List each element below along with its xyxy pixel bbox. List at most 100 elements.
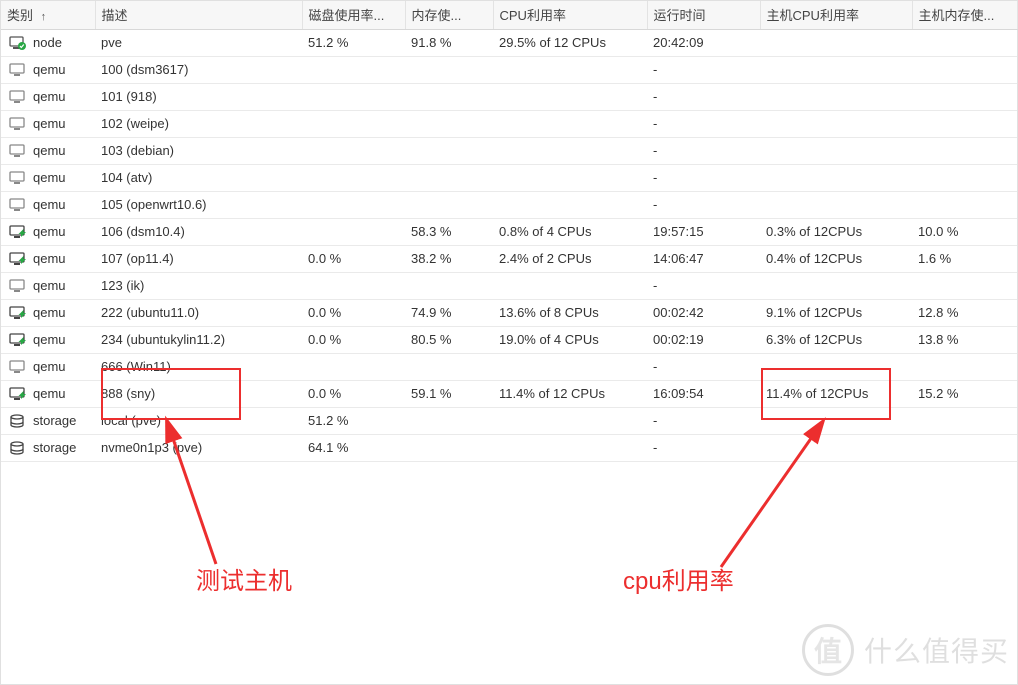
cell-mem xyxy=(405,407,493,434)
col-header-disk[interactable]: 磁盘使用率... xyxy=(302,1,405,29)
table-row[interactable]: storagenvme0n1p3 (pve)64.1 %- xyxy=(1,434,1017,461)
cell-desc: 103 (debian) xyxy=(95,137,302,164)
cell-cpu: 19.0% of 4 CPUs xyxy=(493,326,647,353)
cell-hostmem xyxy=(912,110,1017,137)
cell-mem xyxy=(405,272,493,299)
cell-type: qemu xyxy=(1,245,95,272)
col-header-mem[interactable]: 内存使... xyxy=(405,1,493,29)
col-header-type[interactable]: 类别 ↑ xyxy=(1,1,95,29)
col-header-hostmem[interactable]: 主机内存使... xyxy=(912,1,1017,29)
cell-uptime: - xyxy=(647,164,760,191)
storage-icon xyxy=(9,441,27,455)
type-label: qemu xyxy=(33,144,66,159)
col-header-desc[interactable]: 描述 xyxy=(95,1,302,29)
cell-hostcpu xyxy=(760,110,912,137)
table-row[interactable]: qemu106 (dsm10.4)58.3 %0.8% of 4 CPUs19:… xyxy=(1,218,1017,245)
type-label: qemu xyxy=(33,198,66,213)
cell-disk: 0.0 % xyxy=(302,245,405,272)
cell-cpu xyxy=(493,353,647,380)
cell-hostcpu xyxy=(760,56,912,83)
cell-disk: 0.0 % xyxy=(302,299,405,326)
cell-type: qemu xyxy=(1,272,95,299)
cell-cpu xyxy=(493,56,647,83)
cell-disk: 51.2 % xyxy=(302,407,405,434)
table-row[interactable]: qemu123 (ik)- xyxy=(1,272,1017,299)
cell-desc: 234 (ubuntukylin11.2) xyxy=(95,326,302,353)
cell-type: node xyxy=(1,29,95,56)
type-label: qemu xyxy=(33,252,66,267)
cell-type: qemu xyxy=(1,191,95,218)
cell-hostcpu xyxy=(760,83,912,110)
type-label: qemu xyxy=(33,279,66,294)
table-row[interactable]: qemu101 (918)- xyxy=(1,83,1017,110)
table-row[interactable]: nodepve51.2 %91.8 %29.5% of 12 CPUs20:42… xyxy=(1,29,1017,56)
vm-stopped-icon xyxy=(9,90,27,104)
cell-mem xyxy=(405,434,493,461)
cell-mem xyxy=(405,137,493,164)
cell-hostmem xyxy=(912,191,1017,218)
type-label: qemu xyxy=(33,225,66,240)
cell-hostmem xyxy=(912,29,1017,56)
table-row[interactable]: qemu103 (debian)- xyxy=(1,137,1017,164)
cell-hostcpu: 0.3% of 12CPUs xyxy=(760,218,912,245)
annotation-box-cpuutil xyxy=(761,368,891,420)
annotation-label-cpuutil: cpu利用率 xyxy=(623,561,734,596)
cell-uptime: - xyxy=(647,56,760,83)
cell-mem xyxy=(405,83,493,110)
col-header-uptime[interactable]: 运行时间 xyxy=(647,1,760,29)
cell-cpu: 13.6% of 8 CPUs xyxy=(493,299,647,326)
cell-hostcpu xyxy=(760,191,912,218)
cell-mem xyxy=(405,56,493,83)
cell-cpu xyxy=(493,191,647,218)
cell-desc: 102 (weipe) xyxy=(95,110,302,137)
table-row[interactable]: qemu100 (dsm3617)- xyxy=(1,56,1017,83)
cell-uptime: 00:02:19 xyxy=(647,326,760,353)
cell-mem xyxy=(405,164,493,191)
sort-asc-icon: ↑ xyxy=(41,11,47,23)
type-label: qemu xyxy=(33,333,66,348)
storage-icon xyxy=(9,414,27,428)
cell-hostmem xyxy=(912,407,1017,434)
cell-mem: 91.8 % xyxy=(405,29,493,56)
cell-type: qemu xyxy=(1,110,95,137)
col-header-hostcpu[interactable]: 主机CPU利用率 xyxy=(760,1,912,29)
type-label: qemu xyxy=(33,360,66,375)
vm-stopped-icon xyxy=(9,144,27,158)
watermark: 值 什么值得买 xyxy=(802,624,1009,676)
cell-disk xyxy=(302,218,405,245)
cell-hostmem: 1.6 % xyxy=(912,245,1017,272)
type-label: storage xyxy=(33,441,76,456)
type-label: node xyxy=(33,36,62,51)
cell-hostmem xyxy=(912,83,1017,110)
cell-desc: 101 (918) xyxy=(95,83,302,110)
table-row[interactable]: qemu234 (ubuntukylin11.2)0.0 %80.5 %19.0… xyxy=(1,326,1017,353)
cell-mem xyxy=(405,353,493,380)
table-row[interactable]: qemu222 (ubuntu11.0)0.0 %74.9 %13.6% of … xyxy=(1,299,1017,326)
cell-mem: 58.3 % xyxy=(405,218,493,245)
cell-hostcpu: 9.1% of 12CPUs xyxy=(760,299,912,326)
vm-stopped-icon xyxy=(9,117,27,131)
table-row[interactable]: qemu107 (op11.4)0.0 %38.2 %2.4% of 2 CPU… xyxy=(1,245,1017,272)
cell-disk xyxy=(302,110,405,137)
cell-hostcpu xyxy=(760,272,912,299)
cell-hostcpu: 6.3% of 12CPUs xyxy=(760,326,912,353)
cell-cpu: 11.4% of 12 CPUs xyxy=(493,380,647,407)
table-row[interactable]: qemu102 (weipe)- xyxy=(1,110,1017,137)
vm-stopped-icon xyxy=(9,279,27,293)
cell-type: qemu xyxy=(1,353,95,380)
table-row[interactable]: qemu105 (openwrt10.6)- xyxy=(1,191,1017,218)
col-header-cpu[interactable]: CPU利用率 xyxy=(493,1,647,29)
vm-stopped-icon xyxy=(9,63,27,77)
cell-disk: 0.0 % xyxy=(302,380,405,407)
vm-running-icon xyxy=(9,333,27,347)
cell-uptime: 16:09:54 xyxy=(647,380,760,407)
cell-disk xyxy=(302,83,405,110)
cell-hostcpu xyxy=(760,137,912,164)
cell-uptime: 20:42:09 xyxy=(647,29,760,56)
cell-uptime: - xyxy=(647,191,760,218)
cell-uptime: 14:06:47 xyxy=(647,245,760,272)
cell-disk xyxy=(302,137,405,164)
table-header-row: 类别 ↑ 描述 磁盘使用率... 内存使... CPU利用率 运行时间 主机CP… xyxy=(1,1,1017,29)
cell-disk: 51.2 % xyxy=(302,29,405,56)
table-row[interactable]: qemu104 (atv)- xyxy=(1,164,1017,191)
